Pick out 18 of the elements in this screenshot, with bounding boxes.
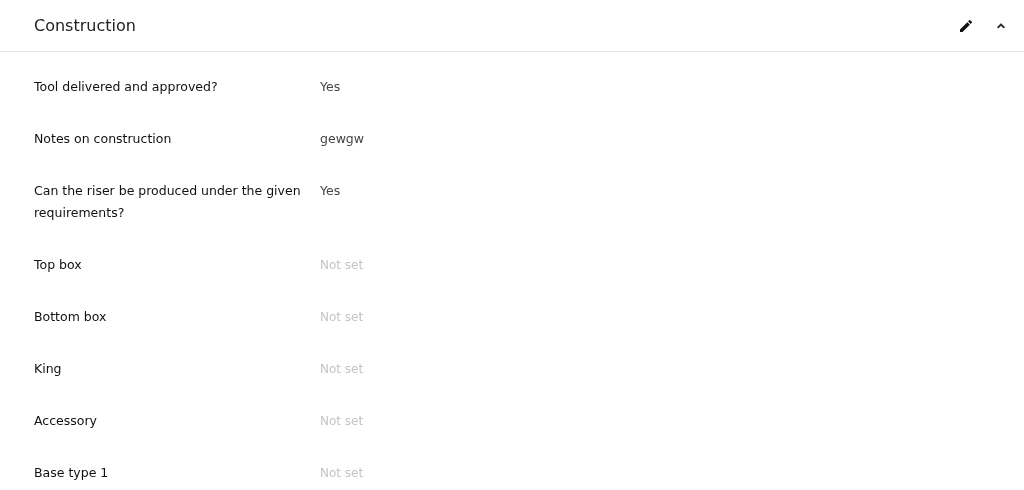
- field-value: Yes: [320, 78, 341, 96]
- field-value: Not set: [320, 309, 364, 326]
- field-value: Yes: [320, 182, 341, 200]
- field-label: Top box: [34, 256, 83, 274]
- field-label: Tool delivered and approved?: [34, 78, 219, 96]
- field-label: Accessory: [34, 412, 98, 430]
- field-label: Notes on construction: [34, 130, 173, 148]
- field-value: Not set: [320, 465, 364, 482]
- field-label: King: [34, 360, 63, 378]
- field-value: gewgw: [320, 130, 364, 148]
- field-value: Not set: [320, 257, 364, 274]
- field-label: Can the riser be produced under the given requirements?: [34, 182, 302, 222]
- field-value: Not set: [320, 413, 364, 430]
- edit-icon[interactable]: [958, 17, 974, 34]
- panel-title: Construction: [34, 14, 137, 37]
- field-label: Base type 1: [34, 464, 110, 482]
- field-value: Not set: [320, 361, 364, 378]
- field-label: Bottom box: [34, 308, 108, 326]
